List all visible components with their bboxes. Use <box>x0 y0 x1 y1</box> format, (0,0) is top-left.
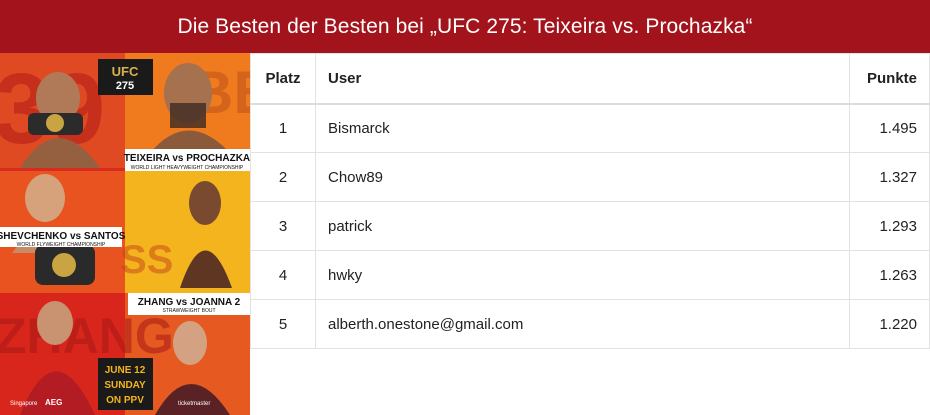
svg-text:UFC: UFC <box>112 64 139 79</box>
rank-cell: 5 <box>250 299 316 349</box>
page-title: Die Besten der Besten bei „UFC 275: Teix… <box>177 14 753 38</box>
svg-text:SS: SS <box>120 238 173 282</box>
points-cell: 1.220 <box>849 299 930 349</box>
table-row: 4 hwky 1.263 <box>250 250 930 300</box>
points-cell: 1.327 <box>849 152 930 202</box>
event-poster-graphic: 39 BB UFC 275 TEIXEIRA vs PROCHAZKA WORL… <box>0 53 250 415</box>
svg-text:Singapore: Singapore <box>10 401 38 407</box>
column-header-points[interactable]: Punkte <box>849 53 930 105</box>
leaderboard-table: Platz User Punkte 1 Bismarck 1.495 2 Cho… <box>250 53 930 349</box>
svg-text:STRAWWEIGHT BOUT: STRAWWEIGHT BOUT <box>162 308 215 314</box>
points-cell: 1.495 <box>849 103 930 153</box>
svg-text:AEG: AEG <box>45 398 62 407</box>
table-row: 1 Bismarck 1.495 <box>250 103 930 153</box>
user-cell: alberth.onestone@gmail.com <box>314 299 851 349</box>
column-header-rank[interactable]: Platz <box>250 53 316 105</box>
leaderboard: Platz User Punkte 1 Bismarck 1.495 2 Cho… <box>250 53 930 349</box>
rank-cell: 1 <box>250 103 316 153</box>
svg-text:TEIXEIRA vs PROCHAZKA: TEIXEIRA vs PROCHAZKA <box>124 153 250 164</box>
rank-cell: 2 <box>250 152 316 202</box>
svg-text:SUNDAY: SUNDAY <box>104 380 146 391</box>
user-cell: Bismarck <box>314 103 851 153</box>
svg-text:WORLD LIGHT HEAVYWEIGHT CHAMPI: WORLD LIGHT HEAVYWEIGHT CHAMPIONSHIP <box>131 165 244 171</box>
points-cell: 1.263 <box>849 250 930 300</box>
svg-text:ZHANG vs JOANNA 2: ZHANG vs JOANNA 2 <box>138 297 241 308</box>
svg-text:ticketmaster: ticketmaster <box>178 401 210 407</box>
user-cell: patrick <box>314 201 851 251</box>
svg-text:SHEVCHENKO vs SANTOS: SHEVCHENKO vs SANTOS <box>0 231 126 242</box>
svg-text:275: 275 <box>116 80 134 92</box>
table-row: 5 alberth.onestone@gmail.com 1.220 <box>250 299 930 349</box>
event-poster: 39 BB UFC 275 TEIXEIRA vs PROCHAZKA WORL… <box>0 53 250 415</box>
svg-text:ZHANG: ZHANG <box>0 308 174 364</box>
table-header-row: Platz User Punkte <box>250 53 930 105</box>
user-cell: Chow89 <box>314 152 851 202</box>
svg-text:WORLD FLYWEIGHT CHAMPIONSHIP: WORLD FLYWEIGHT CHAMPIONSHIP <box>17 242 106 248</box>
page-header: Die Besten der Besten bei „UFC 275: Teix… <box>0 0 930 53</box>
rank-cell: 3 <box>250 201 316 251</box>
column-header-user[interactable]: User <box>314 53 851 105</box>
points-cell: 1.293 <box>849 201 930 251</box>
rank-cell: 4 <box>250 250 316 300</box>
table-row: 2 Chow89 1.327 <box>250 152 930 202</box>
table-row: 3 patrick 1.293 <box>250 201 930 251</box>
user-cell: hwky <box>314 250 851 300</box>
svg-text:JUNE 12: JUNE 12 <box>105 365 146 376</box>
svg-text:ON PPV: ON PPV <box>106 395 144 406</box>
